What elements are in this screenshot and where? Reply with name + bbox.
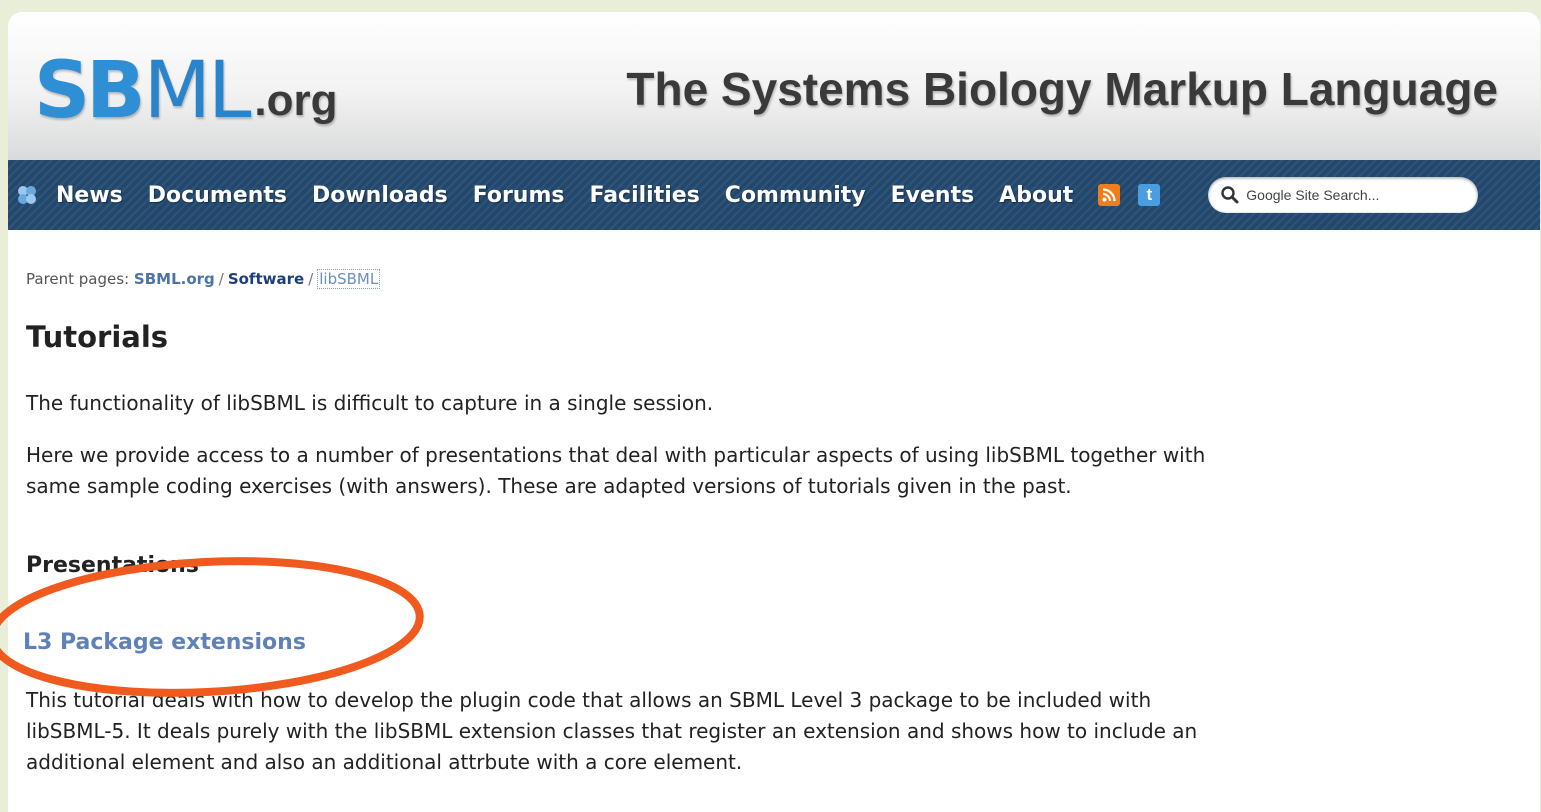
page-frame: SB ML .org The Systems Biology Markup La… bbox=[8, 12, 1540, 812]
site-title: The Systems Biology Markup Language bbox=[626, 63, 1498, 115]
nav-item-forums[interactable]: Forums bbox=[473, 183, 565, 208]
main-navigation: News Documents Downloads Forums Faciliti… bbox=[8, 160, 1540, 230]
nav-item-community[interactable]: Community bbox=[725, 183, 866, 208]
nav-item-about[interactable]: About bbox=[999, 183, 1073, 208]
breadcrumb-separator: / bbox=[308, 270, 314, 288]
breadcrumb-link-libsbml[interactable]: libSBML bbox=[317, 269, 381, 289]
section-heading-presentations: Presentations bbox=[26, 553, 199, 578]
breadcrumb-link-sbml-org[interactable]: SBML.org bbox=[134, 270, 215, 288]
nav-item-documents[interactable]: Documents bbox=[148, 183, 287, 208]
intro-text: The functionality of libSBML is difficul… bbox=[26, 391, 714, 415]
nav-item-events[interactable]: Events bbox=[891, 183, 975, 208]
logo-suffix: .org bbox=[254, 76, 338, 125]
description-line-2: same sample coding exercises (with answe… bbox=[26, 474, 1072, 498]
nav-item-downloads[interactable]: Downloads bbox=[312, 183, 448, 208]
site-search[interactable] bbox=[1208, 177, 1479, 213]
tutorial-description-line-1: This tutorial deals with how to develop … bbox=[26, 688, 1152, 712]
page-title: Tutorials bbox=[26, 320, 169, 354]
logo-mark: SB bbox=[34, 46, 146, 136]
tutorial-description-line-3: additional element and also an additiona… bbox=[26, 750, 743, 774]
tutorial-link-l3-package-extensions[interactable]: L3 Package extensions bbox=[23, 630, 306, 655]
search-icon bbox=[1220, 185, 1240, 205]
breadcrumb-separator: / bbox=[218, 270, 224, 288]
twitter-icon[interactable]: t bbox=[1138, 184, 1161, 206]
breadcrumb-prefix: Parent pages: bbox=[26, 270, 130, 288]
logo-ml: ML bbox=[143, 46, 252, 136]
nav-item-news[interactable]: News bbox=[56, 183, 123, 208]
breadcrumb: Parent pages: SBML.org / Software / libSBML bbox=[26, 269, 381, 289]
tutorial-description-line-2: libSBML-5. It deals purely with the libS… bbox=[26, 719, 1198, 743]
site-header: SB ML .org The Systems Biology Markup La… bbox=[8, 12, 1540, 160]
description-line-1: Here we provide access to a number of pr… bbox=[26, 443, 1206, 467]
rss-feed-icon[interactable] bbox=[1098, 184, 1121, 206]
sbml-logo[interactable]: SB ML .org bbox=[34, 40, 338, 130]
main-content: Parent pages: SBML.org / Software / libSBML … bbox=[8, 230, 1540, 812]
breadcrumb-link-software[interactable]: Software bbox=[228, 270, 304, 288]
search-input[interactable] bbox=[1246, 187, 1467, 203]
sbml-home-icon[interactable] bbox=[16, 184, 38, 206]
nav-item-facilities[interactable]: Facilities bbox=[589, 183, 699, 208]
